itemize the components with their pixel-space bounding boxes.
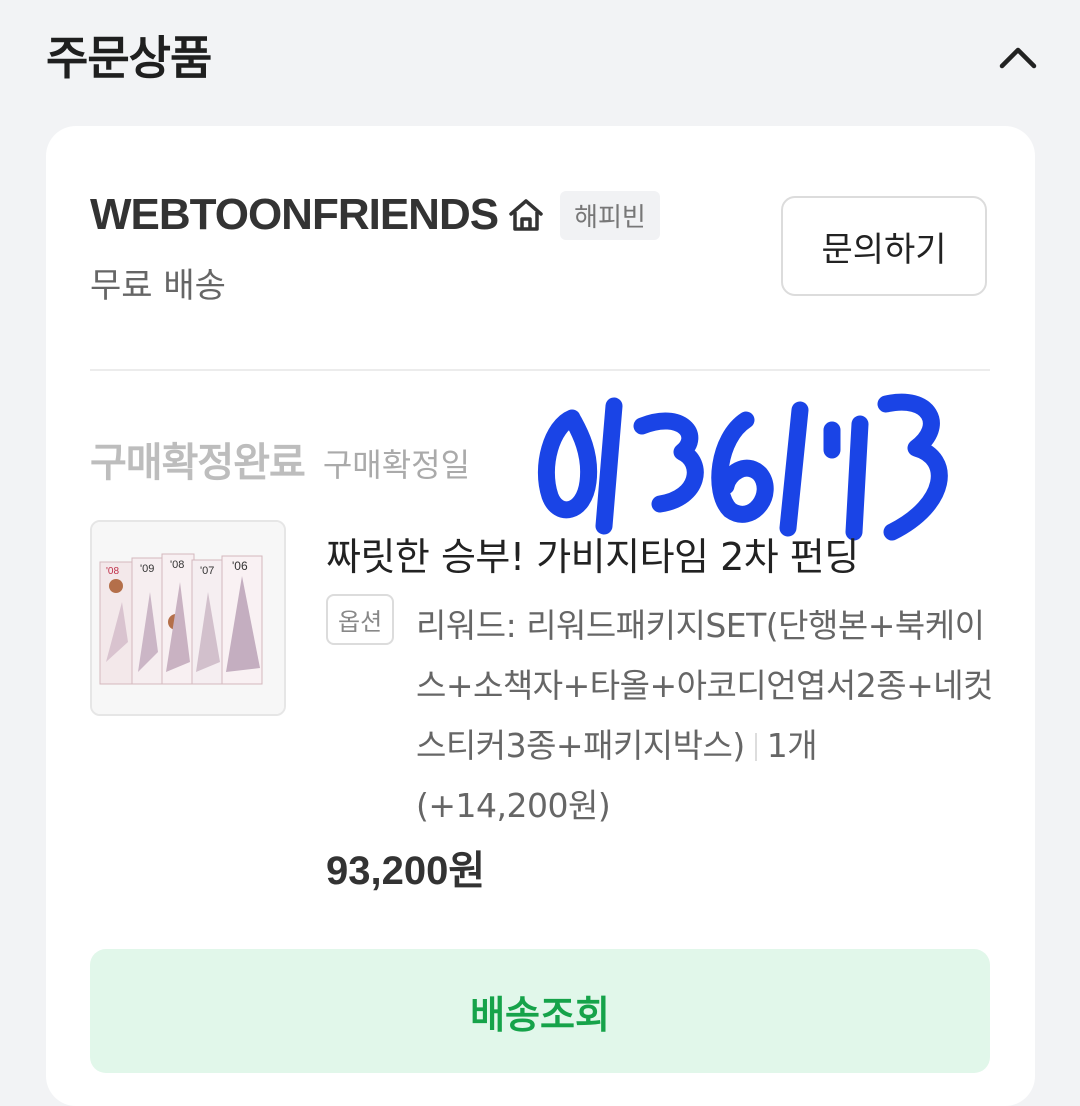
inquiry-button[interactable]: 문의하기	[781, 196, 987, 296]
seller-name[interactable]: WEBTOONFRIENDS	[90, 190, 499, 240]
option-badge: 옵션	[326, 594, 395, 645]
divider	[90, 369, 990, 371]
cover-label: '09	[140, 563, 154, 575]
separator	[754, 733, 757, 761]
product-title[interactable]: 짜릿한 승부! 가비지타임 2차 펀딩	[326, 526, 859, 581]
order-items-header: 주문상품	[0, 0, 1080, 120]
section-title: 주문상품	[46, 31, 212, 85]
confirm-date-label: 구매확정일	[322, 446, 471, 484]
option-description: 리워드: 리워드패키지SET(단행본+북케이스+소책자+타올+아코디언엽서2종+…	[416, 606, 994, 765]
order-status: 구매확정완료	[90, 440, 306, 486]
order-status-row: 구매확정완료 구매확정일	[90, 430, 470, 488]
track-delivery-button[interactable]: 배송조회	[90, 949, 990, 1073]
seller-badge: 해피빈	[560, 190, 660, 240]
cover-label: '08	[106, 566, 119, 577]
shipping-info: 무료 배송	[90, 266, 226, 306]
cover-label: '08	[170, 559, 184, 571]
seller-row: WEBTOONFRIENDS 해피빈	[90, 190, 660, 240]
collapse-button[interactable]	[990, 30, 1046, 86]
product-thumbnail[interactable]: '08 '09 '08 '07 '06	[90, 520, 286, 716]
option-price: (+14,200원)	[416, 786, 611, 825]
cover-label: '06	[232, 559, 248, 573]
order-card: WEBTOONFRIENDS 해피빈 무료 배송 문의하기 구매확정완료 구매확…	[46, 126, 1035, 1106]
home-icon[interactable]	[506, 195, 546, 235]
cover-label: '07	[200, 565, 214, 577]
chevron-up-icon	[999, 47, 1037, 69]
option-quantity: 1개	[766, 726, 818, 765]
product-price: 93,200원	[326, 849, 486, 893]
option-details: 리워드: 리워드패키지SET(단행본+북케이스+소책자+타올+아코디언엽서2종+…	[416, 596, 996, 836]
